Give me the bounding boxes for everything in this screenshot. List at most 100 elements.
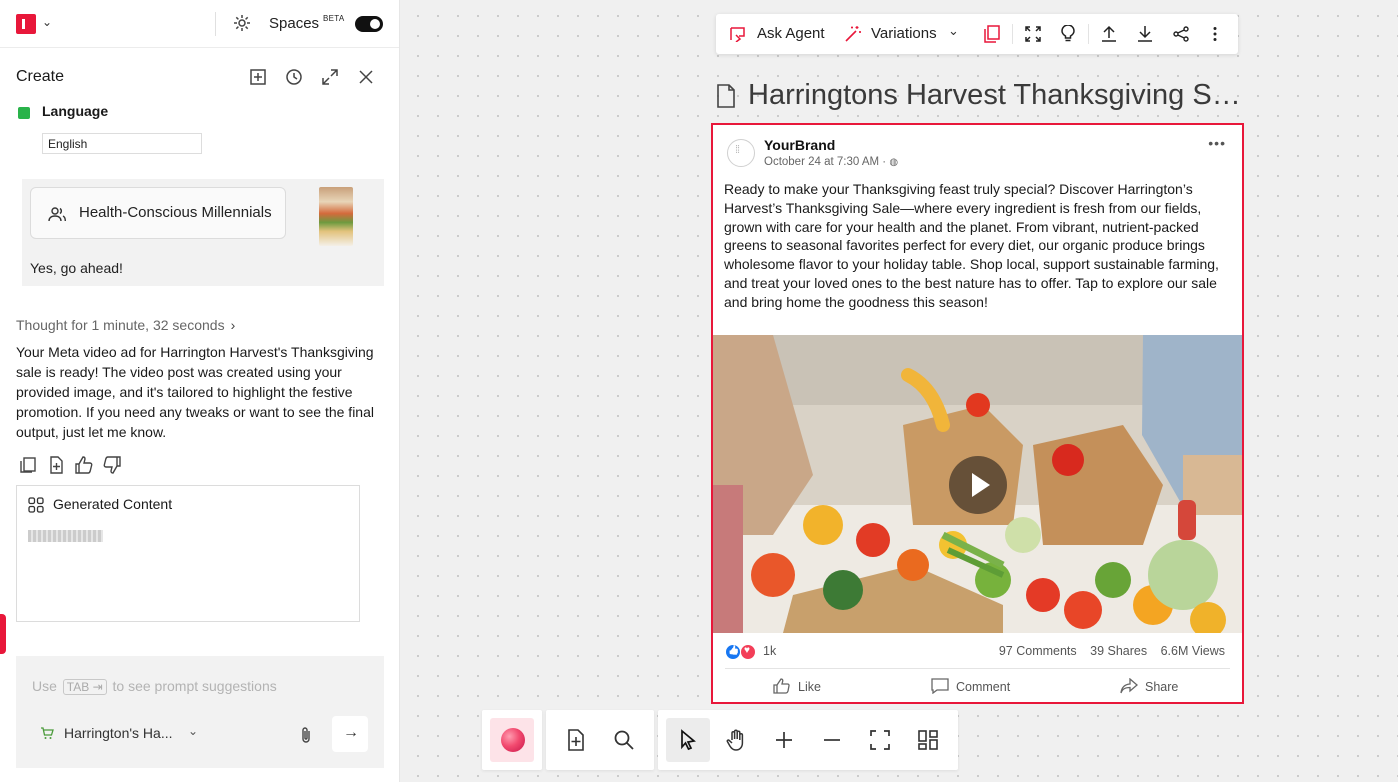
select-tool-button[interactable] xyxy=(666,718,710,762)
create-header: Create xyxy=(0,49,400,105)
language-section: Language xyxy=(18,105,218,119)
pan-tool-button[interactable] xyxy=(714,718,758,762)
share-icon[interactable] xyxy=(1173,26,1189,42)
add-document-button[interactable] xyxy=(554,718,598,762)
language-field[interactable]: English xyxy=(42,133,202,154)
share-button[interactable]: Share xyxy=(1120,677,1200,697)
upload-icon[interactable] xyxy=(1101,25,1117,43)
comment-button[interactable]: Comment xyxy=(931,677,1031,697)
side-feedback-tab[interactable] xyxy=(0,614,6,654)
post-body-text: Ready to make your Thanksgiving feast tr… xyxy=(724,181,1219,310)
fit-screen-icon xyxy=(870,730,890,750)
ask-agent-label: Ask Agent xyxy=(757,25,825,42)
audience-chip[interactable]: Health-Conscious Millennials xyxy=(30,187,286,239)
app-logo[interactable] xyxy=(16,14,36,34)
like-label: Like xyxy=(798,680,821,694)
hand-icon xyxy=(726,729,744,751)
chevron-down-icon[interactable]: ⌄ xyxy=(42,15,52,29)
generated-content-title: Generated Content xyxy=(53,496,173,512)
history-icon[interactable] xyxy=(284,67,304,87)
fit-to-screen-button[interactable] xyxy=(858,718,902,762)
ask-agent-button[interactable]: Ask Agent xyxy=(730,14,828,54)
cart-icon xyxy=(41,727,54,739)
engagement-stats: 97 Comments 39 Shares 6.6M Views xyxy=(989,644,1225,658)
people-icon xyxy=(48,207,66,222)
audience-label: Health-Conscious Millennials xyxy=(79,204,272,221)
chevron-down-icon: ⌄ xyxy=(188,724,199,738)
more-horizontal-icon[interactable]: ••• xyxy=(1208,135,1226,151)
variations-dropdown[interactable]: Variations ⌄ xyxy=(844,14,962,54)
comment-icon xyxy=(931,678,949,694)
reaction-count[interactable]: 1k xyxy=(763,644,776,658)
prompt-box[interactable]: Use TAB ⇥ to see prompt suggestions Harr… xyxy=(16,656,384,768)
globe-icon: ◍ xyxy=(889,157,899,168)
zoom-out-button[interactable] xyxy=(810,718,854,762)
brand-selector[interactable]: Harrington's Ha... ⌄ xyxy=(40,724,210,744)
document-title[interactable]: Harringtons Harvest Thanksgiving Sale xyxy=(748,79,1243,112)
close-icon[interactable] xyxy=(356,67,376,87)
thumbs-up-icon xyxy=(773,678,790,694)
reaction-icons xyxy=(725,644,761,660)
left-panel: ⌄ Spaces BETA Create Language English He… xyxy=(0,0,400,782)
comment-label: Comment xyxy=(956,680,1011,694)
document-icon xyxy=(717,84,735,108)
video-thumbnail[interactable] xyxy=(713,335,1242,633)
spaces-toggle[interactable] xyxy=(355,16,383,32)
search-button[interactable] xyxy=(602,718,646,762)
add-to-doc-icon[interactable] xyxy=(46,455,66,475)
language-heading: Language xyxy=(42,105,109,119)
spaces-label: Spaces xyxy=(269,15,320,32)
canvas-tool-group xyxy=(658,710,958,770)
thought-toggle[interactable]: Thought for 1 minute, 32 seconds › xyxy=(16,317,235,333)
download-icon[interactable] xyxy=(1137,25,1153,43)
like-reaction-icon xyxy=(725,644,741,660)
cursor-icon xyxy=(681,729,696,751)
loading-placeholder xyxy=(28,530,103,542)
canvas[interactable]: Ask Agent Variations ⌄ Harringtons Harve… xyxy=(401,0,1398,782)
lightbulb-icon[interactable] xyxy=(1061,25,1075,43)
grid-icon xyxy=(28,497,44,513)
fullscreen-icon[interactable] xyxy=(1025,26,1041,42)
ai-orb-icon xyxy=(501,728,525,752)
zoom-in-button[interactable] xyxy=(762,718,806,762)
share-label: Share xyxy=(1145,680,1179,694)
duplicate-icon[interactable] xyxy=(984,25,1000,43)
plus-icon xyxy=(776,732,792,748)
top-bar: ⌄ Spaces BETA xyxy=(0,0,399,48)
shares-count[interactable]: 39 Shares xyxy=(1090,644,1147,658)
avatar xyxy=(727,139,755,167)
user-message: Health-Conscious Millennials Yes, go ahe… xyxy=(22,179,384,286)
assistant-reply: Your Meta video ad for Harrington Harves… xyxy=(16,344,374,440)
grid-view-button[interactable] xyxy=(906,718,950,762)
layout-grid-icon xyxy=(918,730,938,750)
prompt-placeholder[interactable]: Use TAB ⇥ to see prompt suggestions xyxy=(32,678,277,695)
divider xyxy=(1088,24,1089,44)
chevron-down-icon: ⌄ xyxy=(948,23,959,38)
gear-icon[interactable] xyxy=(232,13,252,33)
new-item-icon[interactable] xyxy=(248,67,268,87)
post-stats: 1k 97 Comments 39 Shares 6.6M Views xyxy=(713,637,1242,667)
thumbs-up-icon[interactable] xyxy=(74,455,94,475)
expand-icon[interactable] xyxy=(320,67,340,87)
comments-count[interactable]: 97 Comments xyxy=(999,644,1077,658)
share-arrow-icon xyxy=(1120,678,1138,694)
user-message-text: Yes, go ahead! xyxy=(30,260,123,276)
divider xyxy=(725,668,1230,669)
send-button[interactable]: → xyxy=(332,716,368,752)
variations-label: Variations xyxy=(871,25,937,42)
generated-content-card[interactable]: Generated Content xyxy=(16,485,360,622)
magic-wand-icon xyxy=(845,26,861,42)
copy-icon[interactable] xyxy=(18,455,38,475)
ai-orb-button[interactable] xyxy=(490,718,534,762)
thumbs-down-icon[interactable] xyxy=(102,455,122,475)
paperclip-icon[interactable] xyxy=(298,726,314,744)
canvas-toolbar: Ask Agent Variations ⌄ xyxy=(716,14,1238,54)
panel-title: Create xyxy=(16,68,65,85)
more-vertical-icon[interactable] xyxy=(1213,26,1217,42)
minus-icon xyxy=(824,739,840,741)
social-post-card[interactable]: YourBrand October 24 at 7:30 AM · ◍ ••• … xyxy=(711,123,1244,704)
agent-icon xyxy=(730,27,745,42)
play-button[interactable] xyxy=(949,456,1007,514)
attached-image-thumbnail[interactable] xyxy=(319,187,353,246)
like-button[interactable]: Like xyxy=(773,677,843,697)
